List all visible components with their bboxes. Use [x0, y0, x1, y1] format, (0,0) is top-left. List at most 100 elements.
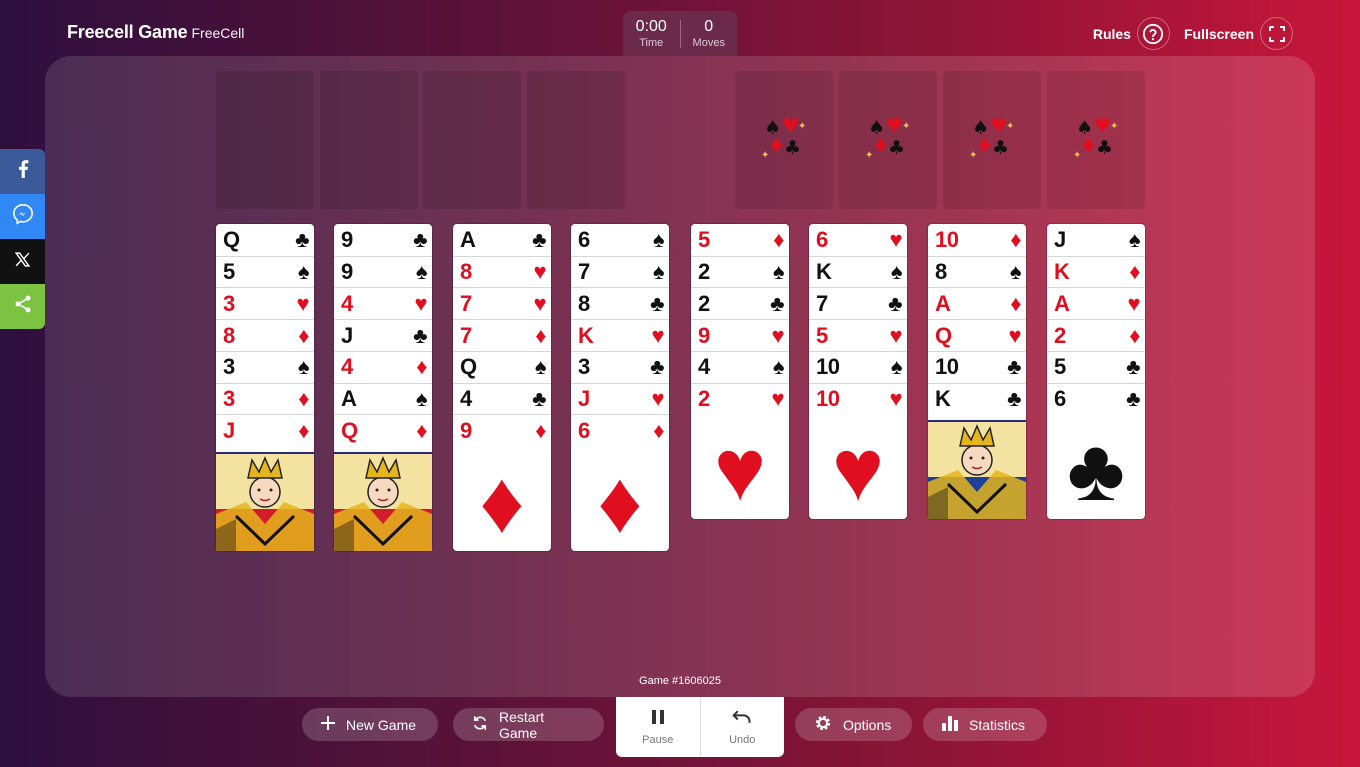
card[interactable]: 7 ♠: [571, 255, 669, 288]
card[interactable]: Q ♦: [334, 414, 432, 446]
tableau-column-8[interactable]: J ♠ K ♦ A ♥ 2 ♦ 5 ♣ 6 ♣ ♣: [1047, 224, 1145, 519]
free-cell-4[interactable]: [527, 71, 625, 209]
card[interactable]: 5 ♦: [691, 224, 789, 256]
tableau-column-6[interactable]: 6 ♥ K ♠ 7 ♣ 5 ♥ 10 ♠ 10 ♥ ♥: [809, 224, 907, 519]
card[interactable]: J ♦: [216, 414, 314, 446]
rules-button[interactable]: Rules: [1093, 17, 1170, 50]
card[interactable]: 2 ♠: [691, 255, 789, 288]
card[interactable]: 8 ♦: [216, 319, 314, 351]
card[interactable]: 3 ♣: [571, 350, 669, 383]
card-suit-icon: ♠: [652, 259, 665, 285]
card[interactable]: K ♦: [1047, 255, 1145, 288]
card[interactable]: 10 ♠: [809, 350, 907, 383]
card[interactable]: 8 ♠: [928, 255, 1026, 288]
messenger-share-button[interactable]: [0, 194, 45, 239]
card[interactable]: 2 ♥: [691, 382, 789, 415]
tableau-column-1[interactable]: Q ♣ 5 ♠ 3 ♥ 8 ♦ 3 ♠ 3 ♦ J ♦: [216, 224, 314, 551]
card-rank: 5: [223, 259, 235, 285]
card[interactable]: 9 ♣: [334, 224, 432, 256]
card[interactable]: 9 ♦: [453, 414, 551, 446]
card[interactable]: 10 ♦: [928, 224, 1026, 256]
card[interactable]: 4 ♣: [453, 382, 551, 415]
card[interactable]: 4 ♠: [691, 350, 789, 383]
card[interactable]: 4 ♦: [334, 350, 432, 383]
foundation-1[interactable]: ♠ ♥ ♦ ♣ ✦ ✦: [735, 71, 833, 209]
free-cell-3[interactable]: [423, 71, 521, 209]
pause-button[interactable]: Pause: [616, 697, 700, 757]
new-game-button[interactable]: New Game: [302, 708, 438, 741]
card-suit-icon: ♦: [1010, 290, 1021, 316]
x-share-button[interactable]: [0, 239, 45, 284]
card[interactable]: A ♠: [334, 382, 432, 415]
card-pip-icon: ♥: [831, 420, 885, 520]
card[interactable]: 3 ♦: [216, 382, 314, 415]
foundation-4[interactable]: ♠ ♥ ♦ ♣ ✦ ✦: [1047, 71, 1145, 209]
tableau-column-2[interactable]: 9 ♣ 9 ♠ 4 ♥ J ♣ 4 ♦ A ♠ Q ♦: [334, 224, 432, 551]
fullscreen-label: Fullscreen: [1183, 25, 1254, 42]
card[interactable]: 10 ♣: [928, 350, 1026, 383]
card[interactable]: 10 ♥: [809, 382, 907, 415]
tableau-column-4[interactable]: 6 ♠ 7 ♠ 8 ♣ K ♥ 3 ♣ J ♥ 6 ♦ ♦: [571, 224, 669, 551]
card-suit-icon: ♣: [1126, 354, 1140, 380]
card-rank: 9: [698, 322, 710, 348]
card[interactable]: A ♥: [1047, 287, 1145, 319]
card[interactable]: A ♣: [453, 224, 551, 256]
card[interactable]: Q ♥: [928, 319, 1026, 351]
restart-game-button[interactable]: Restart Game: [453, 708, 604, 741]
card[interactable]: A ♦: [928, 287, 1026, 319]
card[interactable]: 9 ♠: [334, 255, 432, 288]
card[interactable]: 5 ♥: [809, 319, 907, 351]
card[interactable]: 6 ♦: [571, 414, 669, 446]
card[interactable]: J ♠: [1047, 224, 1145, 256]
card[interactable]: 7 ♣: [809, 287, 907, 319]
card-suit-icon: ♣: [888, 290, 902, 316]
card-suit-icon: ♥: [1127, 290, 1140, 316]
free-cell-1[interactable]: [216, 71, 314, 209]
card[interactable]: 7 ♥: [453, 287, 551, 319]
statistics-button[interactable]: Statistics: [923, 708, 1047, 741]
tableau-column-7[interactable]: 10 ♦ 8 ♠ A ♦ Q ♥ 10 ♣ K ♣: [928, 224, 1026, 519]
card[interactable]: 4 ♥: [334, 287, 432, 319]
card-suit-icon: ♠: [890, 259, 903, 285]
facebook-share-button[interactable]: [0, 149, 45, 194]
card-suit-icon: ♥: [889, 227, 902, 252]
card[interactable]: 3 ♠: [216, 350, 314, 383]
card[interactable]: K ♣: [928, 382, 1026, 415]
suits-icon: ♠ ♥ ♦ ♣ ✦ ✦: [864, 114, 912, 167]
card-rank: 6: [578, 417, 590, 443]
card-rank: 2: [1054, 322, 1066, 348]
tableau-column-5[interactable]: 5 ♦ 2 ♠ 2 ♣ 9 ♥ 4 ♠ 2 ♥ ♥: [691, 224, 789, 519]
card[interactable]: 2 ♣: [691, 287, 789, 319]
card-suit-icon: ♥: [414, 290, 427, 316]
free-cell-2[interactable]: [320, 71, 418, 209]
card[interactable]: 7 ♦: [453, 319, 551, 351]
card[interactable]: J ♣: [334, 319, 432, 351]
card[interactable]: K ♠: [809, 255, 907, 288]
card[interactable]: 6 ♣: [1047, 382, 1145, 415]
card[interactable]: 5 ♠: [216, 255, 314, 288]
card[interactable]: 8 ♥: [453, 255, 551, 288]
card[interactable]: J ♥: [571, 382, 669, 415]
card[interactable]: 6 ♥: [809, 224, 907, 256]
share-button[interactable]: [0, 284, 45, 329]
gear-icon: [813, 713, 833, 736]
card[interactable]: 2 ♦: [1047, 319, 1145, 351]
options-button[interactable]: Options: [795, 708, 912, 741]
foundation-2[interactable]: ♠ ♥ ♦ ♣ ✦ ✦: [839, 71, 937, 209]
card[interactable]: 5 ♣: [1047, 350, 1145, 383]
card[interactable]: 3 ♥: [216, 287, 314, 319]
card[interactable]: 6 ♠: [571, 224, 669, 256]
fullscreen-button[interactable]: Fullscreen: [1184, 17, 1293, 50]
tableau-column-3[interactable]: A ♣ 8 ♥ 7 ♥ 7 ♦ Q ♠ 4 ♣ 9 ♦ ♦: [453, 224, 551, 551]
card[interactable]: 9 ♥: [691, 319, 789, 351]
card-rank: 6: [578, 227, 590, 252]
card-suit-icon: ♣: [650, 290, 664, 316]
card[interactable]: K ♥: [571, 319, 669, 351]
card[interactable]: Q ♠: [453, 350, 551, 383]
card[interactable]: Q ♣: [216, 224, 314, 256]
card-rank: Q: [460, 354, 477, 380]
undo-button[interactable]: Undo: [701, 697, 785, 757]
card[interactable]: 8 ♣: [571, 287, 669, 319]
card-suit-icon: ♦: [416, 417, 427, 443]
foundation-3[interactable]: ♠ ♥ ♦ ♣ ✦ ✦: [943, 71, 1041, 209]
